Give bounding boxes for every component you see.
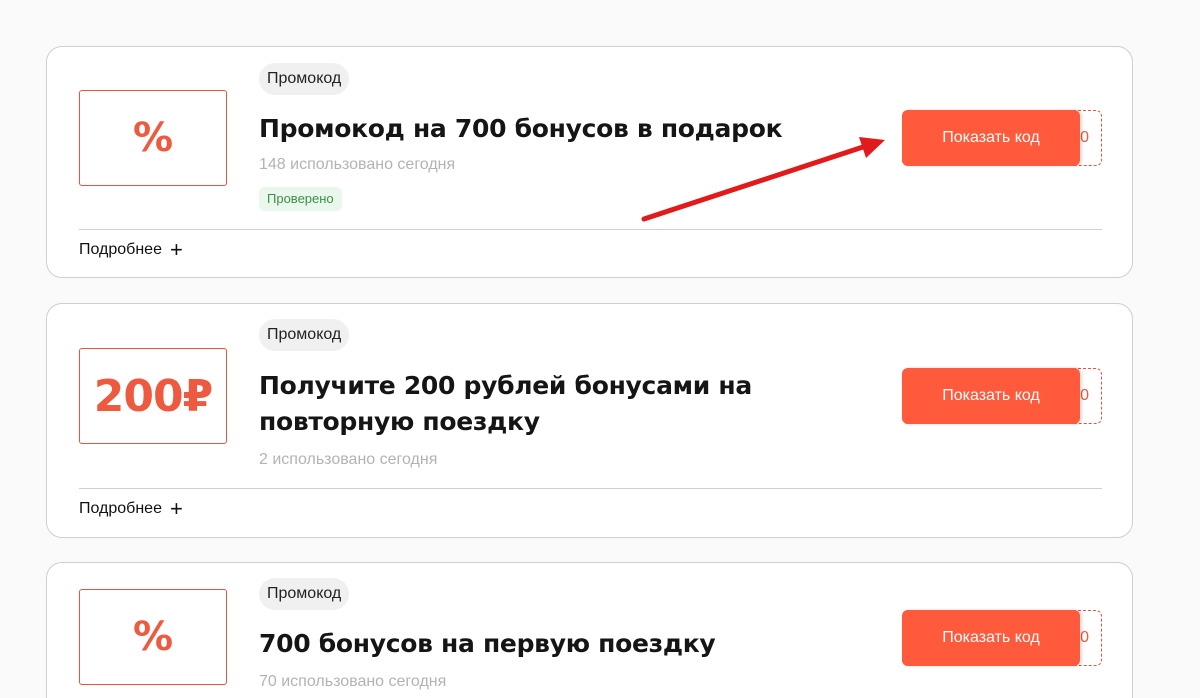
usage-count: 2 использовано сегодня xyxy=(259,451,438,468)
promo-code-field[interactable]: 0 Показать код xyxy=(902,368,1102,424)
show-code-button[interactable]: Показать код xyxy=(902,110,1080,166)
promo-code-field[interactable]: 0 Показать код xyxy=(902,110,1102,166)
details-toggle[interactable]: Подробнее + xyxy=(79,496,183,521)
details-label: Подробнее xyxy=(79,241,162,258)
code-tail: 0 xyxy=(1080,129,1089,146)
offer-title[interactable]: Получите 200 рублей бонусами на повторну… xyxy=(259,368,869,440)
show-code-button[interactable]: Показать код xyxy=(902,368,1080,424)
verified-badge: Проверено xyxy=(259,187,342,211)
usage-count: 148 использовано сегодня xyxy=(259,156,456,173)
offer-title[interactable]: Промокод на 700 бонусов в подарок xyxy=(259,111,869,147)
usage-count: 70 использовано сегодня xyxy=(259,673,447,690)
details-toggle[interactable]: Подробнее + xyxy=(79,237,183,262)
page: % Промокод Промокод на 700 бонусов в под… xyxy=(0,0,1200,698)
offer-title[interactable]: 700 бонусов на первую поездку xyxy=(259,626,869,662)
offer-badge: 200₽ xyxy=(79,348,227,444)
offer-badge: % xyxy=(79,90,227,186)
plus-icon: + xyxy=(169,496,183,521)
offer-type-pill: Промокод xyxy=(259,63,350,95)
code-tail: 0 xyxy=(1080,629,1089,646)
offer-type-pill: Промокод xyxy=(259,319,350,351)
offer-type-pill: Промокод xyxy=(259,578,350,610)
details-label: Подробнее xyxy=(79,500,162,517)
promo-code-field[interactable]: 0 Показать код xyxy=(902,610,1102,666)
offer-card: 200₽ Промокод Получите 200 рублей бонуса… xyxy=(46,303,1133,538)
plus-icon: + xyxy=(169,237,183,262)
offer-card: % Промокод 700 бонусов на первую поездку… xyxy=(46,562,1133,698)
code-tail: 0 xyxy=(1080,387,1089,404)
offer-badge: % xyxy=(79,589,227,685)
offer-card: % Промокод Промокод на 700 бонусов в под… xyxy=(46,46,1133,278)
show-code-button[interactable]: Показать код xyxy=(902,610,1080,666)
divider xyxy=(79,488,1102,489)
divider xyxy=(79,229,1102,230)
